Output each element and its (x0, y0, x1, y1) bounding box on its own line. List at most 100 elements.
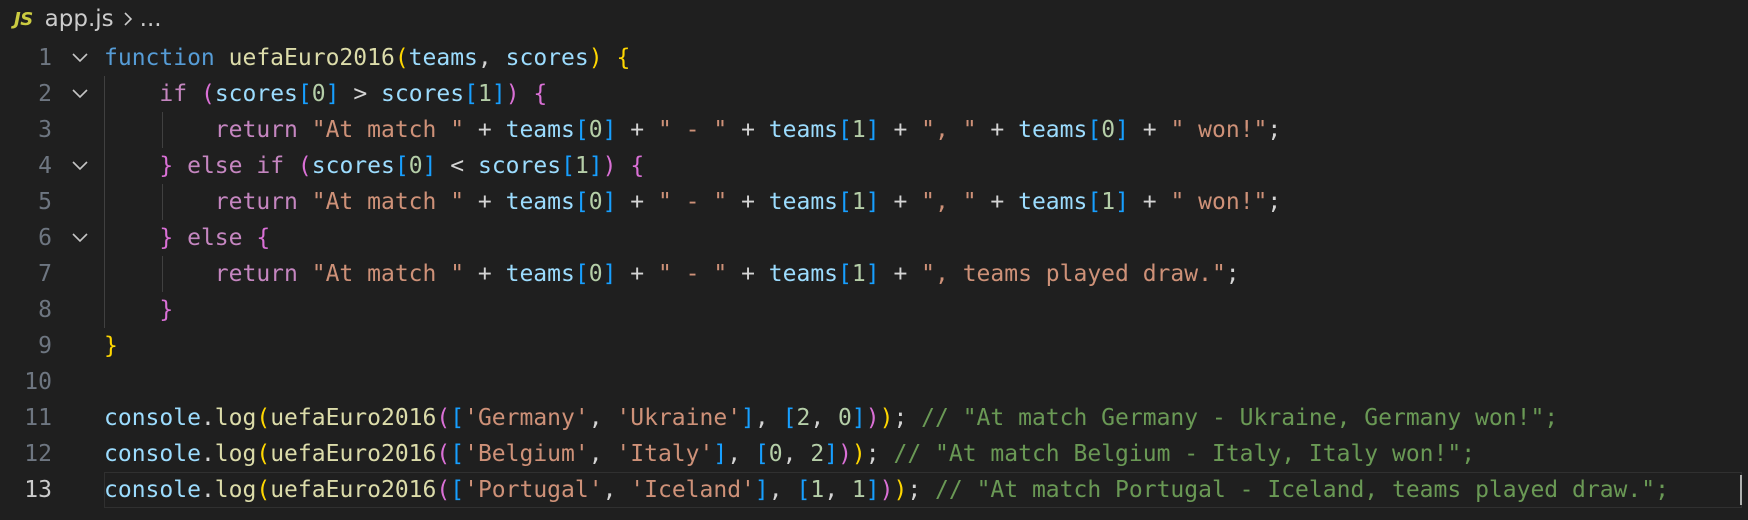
line-number: 5 (38, 189, 52, 215)
code-token: return (214, 189, 298, 215)
code-token: scores (381, 81, 465, 107)
code-text: } else if (scores[0] < scores[1]) { (104, 148, 644, 184)
code-token: 1 (851, 189, 866, 215)
code-token: 'Ukraine' (616, 405, 742, 431)
code-token: "At match " (311, 117, 465, 143)
code-token: ) (851, 441, 866, 467)
code-token: console (104, 441, 201, 467)
code-token: 'Italy' (616, 441, 714, 467)
code-text: function uefaEuro2016(teams, scores) { (104, 40, 630, 76)
code-token: ] (1115, 117, 1129, 143)
code-token: // "At match Portugal - Iceland, teams p… (935, 477, 1669, 503)
code-token: ( (436, 477, 451, 503)
code-token: ( (297, 153, 312, 179)
fold-chevron-down-icon[interactable] (68, 40, 92, 76)
code-token: ; (1267, 117, 1282, 143)
code-token: ) (602, 153, 617, 179)
code-line[interactable]: 5 return "At match " + teams[0] + " - " … (0, 184, 1748, 220)
code-token: return (214, 117, 298, 143)
code-token: + (616, 189, 658, 215)
code-token: ] (602, 117, 617, 143)
code-token: ( (256, 441, 271, 467)
code-token: ] (851, 405, 866, 431)
code-editor[interactable]: JS app.js ... 1 function uefaEuro2016(tea… (0, 0, 1748, 520)
code-token: 1 (1101, 189, 1116, 215)
code-token: scores (214, 81, 298, 107)
code-line[interactable]: 3 return "At match " + teams[0] + " - " … (0, 112, 1748, 148)
code-token: [ (1087, 189, 1102, 215)
line-number: 4 (38, 153, 52, 179)
code-token: 1 (810, 477, 825, 503)
code-token: console (104, 477, 201, 503)
code-token: + (464, 261, 506, 287)
code-line[interactable]: 4 } else if (scores[0] < scores[1]) { (0, 148, 1748, 184)
code-line[interactable]: 10 (0, 364, 1748, 400)
code-token: scores (505, 45, 589, 71)
line-number: 9 (38, 333, 52, 359)
code-line[interactable]: 8 } (0, 292, 1748, 328)
code-token: ( (394, 45, 409, 71)
code-token: ) (588, 45, 603, 71)
code-line[interactable]: 6 } else { (0, 220, 1748, 256)
code-token: 1 (477, 81, 492, 107)
code-token: uefaEuro2016 (270, 441, 437, 467)
code-token: , (824, 477, 852, 503)
code-token: " - " (657, 189, 728, 215)
breadcrumb-file-name[interactable]: app.js (45, 6, 114, 32)
code-token: ) (893, 477, 908, 503)
code-token: ] (754, 477, 769, 503)
code-token: > (339, 81, 382, 107)
code-text: } (104, 292, 173, 328)
text-cursor (1740, 475, 1742, 505)
code-token: [ (394, 153, 409, 179)
code-token: } (159, 297, 174, 323)
code-line[interactable]: 11 console.log(uefaEuro2016(['Germany', '… (0, 400, 1748, 436)
code-token: 0 (588, 189, 603, 215)
code-token: , (588, 441, 617, 467)
code-token: + (1128, 189, 1171, 215)
code-line[interactable]: 1 function uefaEuro2016(teams, scores) { (0, 40, 1748, 76)
code-token: [ (796, 477, 811, 503)
line-number: 11 (24, 405, 52, 431)
code-token: " won!" (1170, 117, 1268, 143)
code-token: , (754, 405, 783, 431)
code-token: uefaEuro2016 (270, 405, 437, 431)
code-token: [ (574, 117, 589, 143)
code-token: 0 (588, 261, 603, 287)
breadcrumb-symbol-path[interactable]: ... (140, 6, 162, 32)
code-token: else if (187, 153, 285, 179)
code-line[interactable]: 13 console.log(uefaEuro2016(['Portugal', … (0, 472, 1748, 508)
code-area[interactable]: 1 function uefaEuro2016(teams, scores) {2… (0, 40, 1748, 508)
code-token: . (200, 405, 215, 431)
code-token: teams (768, 189, 839, 215)
code-token: [ (574, 189, 589, 215)
fold-chevron-down-icon[interactable] (68, 76, 92, 112)
code-token: + (464, 117, 506, 143)
code-token: ] (865, 477, 880, 503)
fold-chevron-down-icon[interactable] (68, 220, 92, 256)
code-token: 'Germany' (464, 405, 589, 431)
code-token: + (976, 189, 1019, 215)
code-token: , (588, 405, 617, 431)
code-line[interactable]: 9} (0, 328, 1748, 364)
code-token: "At match " (311, 261, 465, 287)
code-token: [ (754, 441, 769, 467)
code-token: teams (505, 117, 575, 143)
fold-chevron-down-icon[interactable] (68, 148, 92, 184)
code-text: console.log(uefaEuro2016(['Germany', 'Uk… (104, 400, 1558, 436)
code-token: ", " (921, 117, 977, 143)
code-line[interactable]: 2 if (scores[0] > scores[1]) { (0, 76, 1748, 112)
code-token: ] (325, 81, 340, 107)
code-line[interactable]: 7 return "At match " + teams[0] + " - " … (0, 256, 1748, 292)
code-token: + (727, 117, 769, 143)
code-line[interactable]: 12 console.log(uefaEuro2016(['Belgium', '… (0, 436, 1748, 472)
code-token: [ (297, 81, 312, 107)
code-token: ] (588, 153, 603, 179)
code-text: console.log(uefaEuro2016(['Belgium', 'It… (104, 436, 1475, 472)
